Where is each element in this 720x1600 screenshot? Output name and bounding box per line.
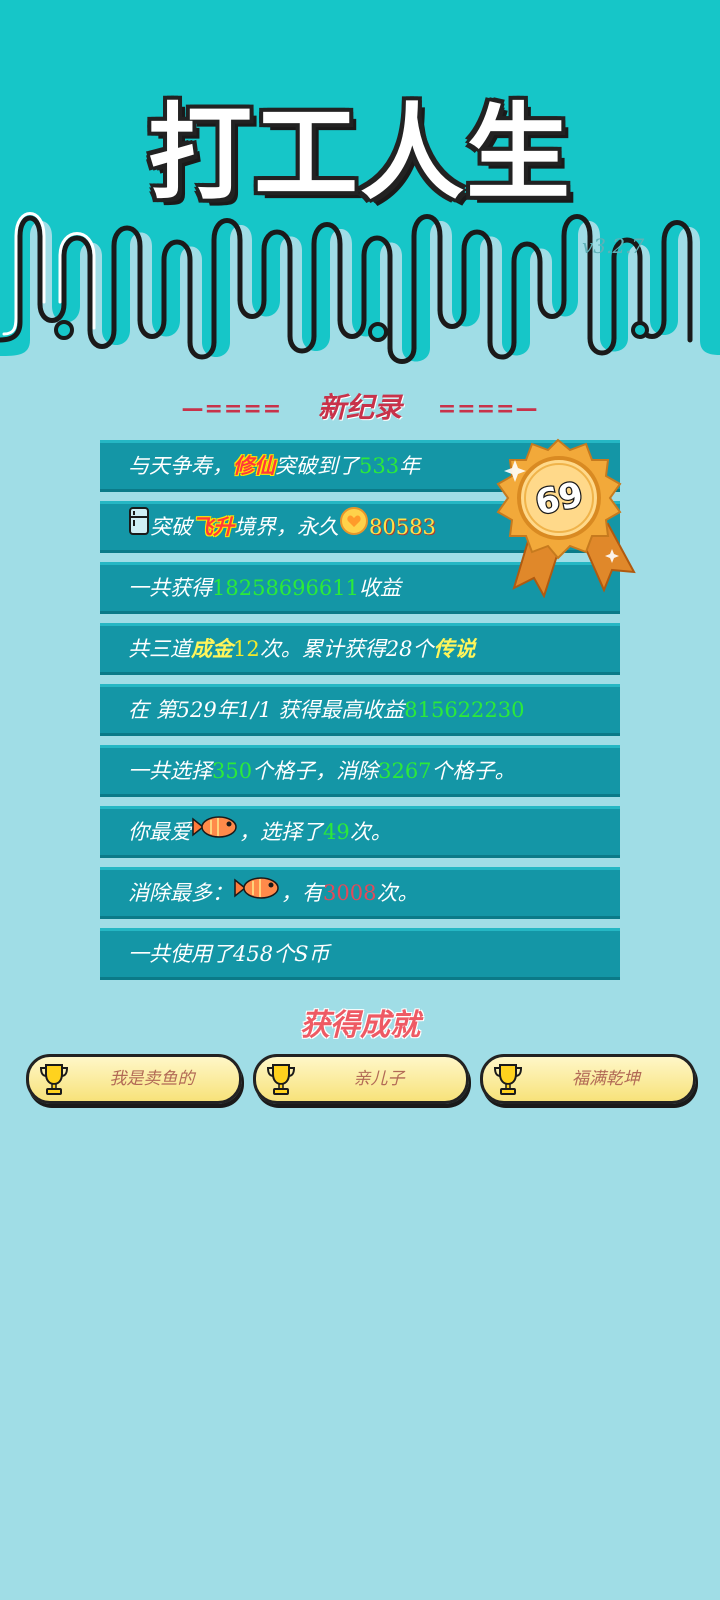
medal-icon: 69 xyxy=(496,438,636,599)
stat-text: 与天争寿， xyxy=(128,454,233,478)
achievement-label: 福满乾坤 xyxy=(572,1069,640,1089)
stat-row-gold: 共三道成金12次。累计获得28个传说 xyxy=(100,623,620,675)
header-banner: 打工人生 v3.2.7 xyxy=(0,0,720,380)
stat-text: ，有 xyxy=(281,881,323,905)
stat-value: 49 xyxy=(323,820,350,844)
stat-text: 突破 xyxy=(150,515,192,539)
achievement-badge[interactable]: 亲儿子 xyxy=(253,1054,469,1104)
stat-text: 收益 xyxy=(358,576,401,600)
stat-label: 传说 xyxy=(433,636,476,661)
stat-row-cells: 一共选择350个格子，消除3267个格子。 xyxy=(100,745,620,797)
stat-realm-label: 飞升 xyxy=(192,514,234,539)
heart-coin-icon xyxy=(339,506,369,552)
stat-row-max-income: 在 第529年1/1 获得最高收益815622230 xyxy=(100,684,620,736)
stat-text: 共三道 xyxy=(128,637,191,661)
stat-value: 80583 xyxy=(369,515,436,539)
stat-row-coins: 一共使用了458个S币 xyxy=(100,928,620,980)
fish-icon xyxy=(233,872,281,918)
stat-value: 3008 xyxy=(323,881,377,905)
achievement-badge[interactable]: 我是卖鱼的 xyxy=(26,1054,242,1104)
stat-text: 一共选择 xyxy=(128,759,212,783)
record-deco-right: ====— xyxy=(437,396,539,422)
stat-value: 533 xyxy=(359,454,400,478)
stat-row-most-cleared: 消除最多： ，有3008次。 xyxy=(100,867,620,919)
stat-text: 次。 xyxy=(376,881,419,905)
achievement-badge[interactable]: 福满乾坤 xyxy=(480,1054,696,1104)
stat-text: 你最爱 xyxy=(128,820,191,844)
medal-badge: 69 xyxy=(492,438,642,602)
stat-text: 一共获得 xyxy=(128,576,212,600)
stat-text: ，选择了 xyxy=(239,820,323,844)
stat-realm-label: 修仙 xyxy=(233,453,275,478)
stat-label: 成金 xyxy=(191,636,233,661)
stat-text: 境界，永久 xyxy=(234,515,339,539)
stat-value: 12 xyxy=(233,637,260,661)
stat-text: 在 第529年1/1 获得最高收益 xyxy=(128,698,405,722)
stat-value: 350 xyxy=(212,759,253,783)
trophy-icon xyxy=(39,1062,69,1100)
stat-text: 年 xyxy=(399,454,421,478)
record-deco-left: —==== xyxy=(181,396,283,422)
stat-value: 3267 xyxy=(378,759,432,783)
achievements-list: 我是卖鱼的 亲儿子 福满乾坤 xyxy=(26,1054,696,1104)
fish-icon xyxy=(191,811,239,857)
version-label: v3.2.7 xyxy=(582,234,645,258)
stat-text: 突破到了 xyxy=(275,454,359,478)
trophy-icon xyxy=(266,1062,296,1100)
achievement-label: 我是卖鱼的 xyxy=(109,1069,195,1089)
stat-text: 消除最多： xyxy=(128,881,233,905)
app-title: 打工人生 xyxy=(147,92,572,214)
stat-value: 815622230 xyxy=(404,698,525,722)
achievement-label: 亲儿子 xyxy=(353,1069,405,1089)
record-title: 新纪录 xyxy=(317,391,402,424)
stat-text: 个格子。 xyxy=(431,759,516,783)
fridge-icon xyxy=(128,506,150,552)
stat-row-favorite: 你最爱 ，选择了49次。 xyxy=(100,806,620,858)
trophy-icon xyxy=(493,1062,523,1100)
achievements-title: 获得成就 xyxy=(300,1008,420,1043)
stat-text: 个格子，消除 xyxy=(252,759,379,783)
new-record-header: —==== 新纪录 ====— xyxy=(0,386,720,426)
stat-text: 一共使用了458个S币 xyxy=(128,942,330,966)
stat-text: 次。累计获得28个 xyxy=(259,637,434,661)
stat-text: 次。 xyxy=(349,820,392,844)
stat-value: 18258696611 xyxy=(212,576,359,600)
